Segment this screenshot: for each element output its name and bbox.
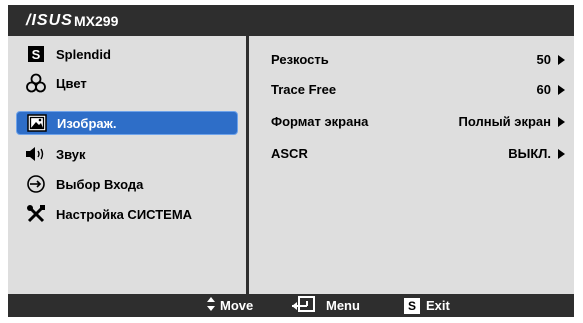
image-icon <box>25 113 49 133</box>
model-name: MX299 <box>74 13 119 29</box>
setting-row-sharpness[interactable]: Резкость 50 <box>271 52 567 72</box>
setting-value: Полный экран <box>458 114 552 129</box>
sidebar-item-label: Звук <box>56 146 86 162</box>
sidebar-item-label: Splendid <box>56 46 111 62</box>
sidebar-item-label: Настройка СИСТЕМА <box>56 206 193 222</box>
enter-icon <box>290 296 318 315</box>
speaker-icon <box>24 144 48 164</box>
input-arrow-icon <box>24 174 48 194</box>
setting-row-ascr[interactable]: ASCR ВЫКЛ. <box>271 146 567 166</box>
setting-label: ASCR <box>271 146 308 161</box>
sidebar-item-splendid[interactable]: S Splendid <box>16 42 238 66</box>
splendid-s-icon: S <box>24 44 48 64</box>
sidebar-menu: S Splendid Цвет Изображ. Звук Выбор Вход… <box>8 36 246 294</box>
setting-row-aspect-ratio[interactable]: Формат экрана Полный экран <box>271 114 567 134</box>
setting-label: Trace Free <box>271 82 337 97</box>
bottom-hint-bar: Move Menu S Exit <box>8 294 574 317</box>
brand-logo: /ISUS <box>26 12 73 29</box>
title-bar: /ISUS MX299 <box>8 5 574 36</box>
svg-text:S: S <box>32 47 41 62</box>
menu-hint: Menu <box>290 294 360 317</box>
triangle-right-icon <box>558 149 565 159</box>
color-circles-icon <box>24 73 48 93</box>
exit-label: Exit <box>426 298 450 313</box>
sidebar-item-image[interactable]: Изображ. <box>16 111 238 135</box>
sidebar-item-label: Цвет <box>56 75 87 91</box>
triangle-right-icon <box>558 85 565 95</box>
move-label: Move <box>220 298 254 313</box>
sidebar-item-sound[interactable]: Звук <box>16 142 238 166</box>
setting-label: Формат экрана <box>271 114 369 129</box>
sidebar-item-input-select[interactable]: Выбор Входа <box>16 172 238 196</box>
osd-window: /ISUS MX299 S Splendid Цвет Изображ. Зву… <box>8 5 574 317</box>
sidebar-item-system-setup[interactable]: Настройка СИСТЕМА <box>16 202 238 226</box>
setting-value: 60 <box>536 82 551 97</box>
setting-row-trace-free[interactable]: Trace Free 60 <box>271 82 567 102</box>
s-key-icon: S <box>404 297 420 314</box>
setting-label: Резкость <box>271 52 329 67</box>
sidebar-item-label: Изображ. <box>57 115 117 131</box>
menu-label: Menu <box>326 298 360 313</box>
setting-value: 50 <box>536 52 551 67</box>
settings-panel: Резкость 50 Trace Free 60 Формат экрана … <box>249 36 574 294</box>
move-hint: Move <box>206 294 253 317</box>
sidebar-item-color[interactable]: Цвет <box>16 71 238 95</box>
exit-hint: S Exit <box>404 294 450 317</box>
sidebar-item-label: Выбор Входа <box>56 176 144 192</box>
setting-value: ВЫКЛ. <box>508 146 551 161</box>
tools-icon <box>24 204 48 224</box>
triangle-right-icon <box>558 117 565 127</box>
up-down-arrows-icon <box>206 296 216 315</box>
triangle-right-icon <box>558 55 565 65</box>
